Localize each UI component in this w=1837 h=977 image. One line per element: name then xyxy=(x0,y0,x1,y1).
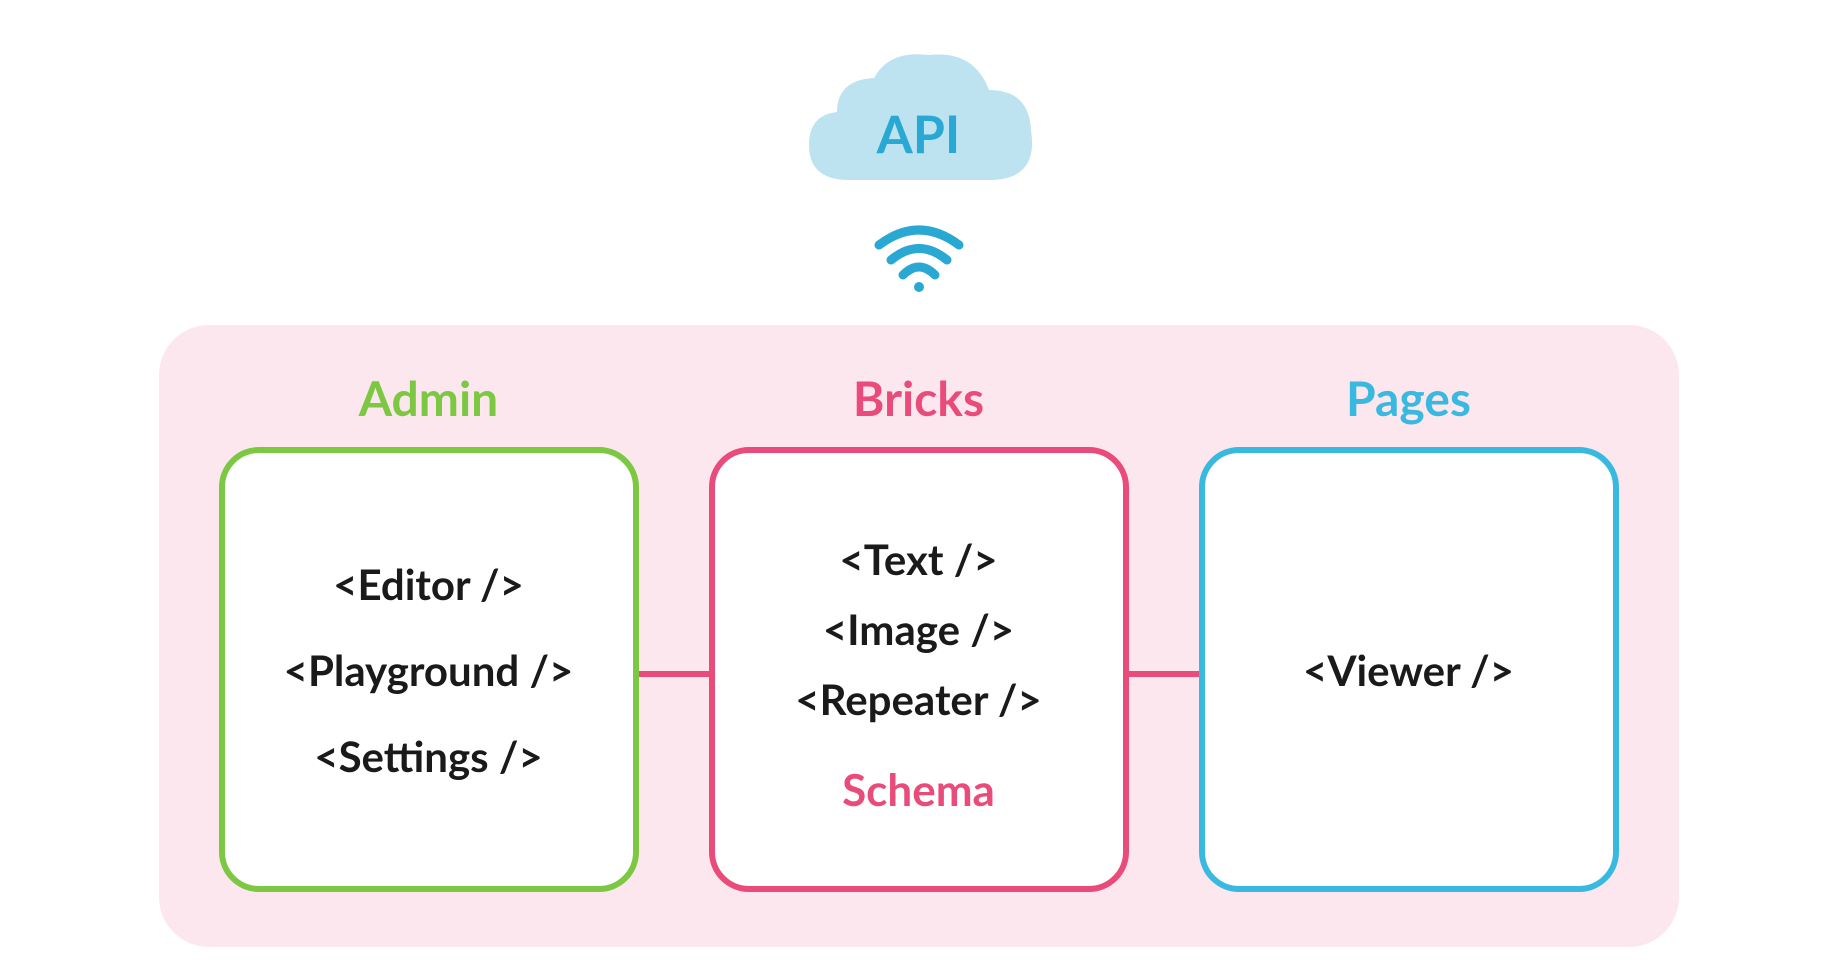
admin-box: <Editor /> <Playground /> <Settings /> xyxy=(219,447,639,892)
connector-left xyxy=(639,671,709,677)
pages-title: Pages xyxy=(1346,370,1471,427)
api-label: API xyxy=(877,103,961,165)
cloud-icon: API xyxy=(779,40,1059,210)
bricks-item-text: <Text /> xyxy=(839,534,997,584)
admin-item-settings: <Settings /> xyxy=(314,731,543,781)
bricks-title: Bricks xyxy=(853,370,984,427)
pages-item-viewer: <Viewer /> xyxy=(1303,645,1514,695)
bricks-box: <Text /> <Image /> <Repeater /> Schema xyxy=(709,447,1129,892)
admin-group: Admin <Editor /> <Playground /> <Setting… xyxy=(219,370,639,892)
bricks-item-repeater: <Repeater /> xyxy=(795,674,1042,724)
pages-box: <Viewer /> xyxy=(1199,447,1619,892)
connector-right xyxy=(1129,671,1199,677)
api-cloud-section: API xyxy=(779,40,1059,295)
schema-label: Schema xyxy=(842,764,995,816)
bricks-item-image: <Image /> xyxy=(823,604,1014,654)
admin-item-editor: <Editor /> xyxy=(333,559,524,609)
main-container: Admin <Editor /> <Playground /> <Setting… xyxy=(159,325,1679,947)
wifi-icon xyxy=(874,225,964,295)
bricks-group: Bricks <Text /> <Image /> <Repeater /> S… xyxy=(709,370,1129,892)
pages-group: Pages <Viewer /> xyxy=(1199,370,1619,892)
admin-item-playground: <Playground /> xyxy=(284,645,574,695)
admin-title: Admin xyxy=(359,370,499,427)
